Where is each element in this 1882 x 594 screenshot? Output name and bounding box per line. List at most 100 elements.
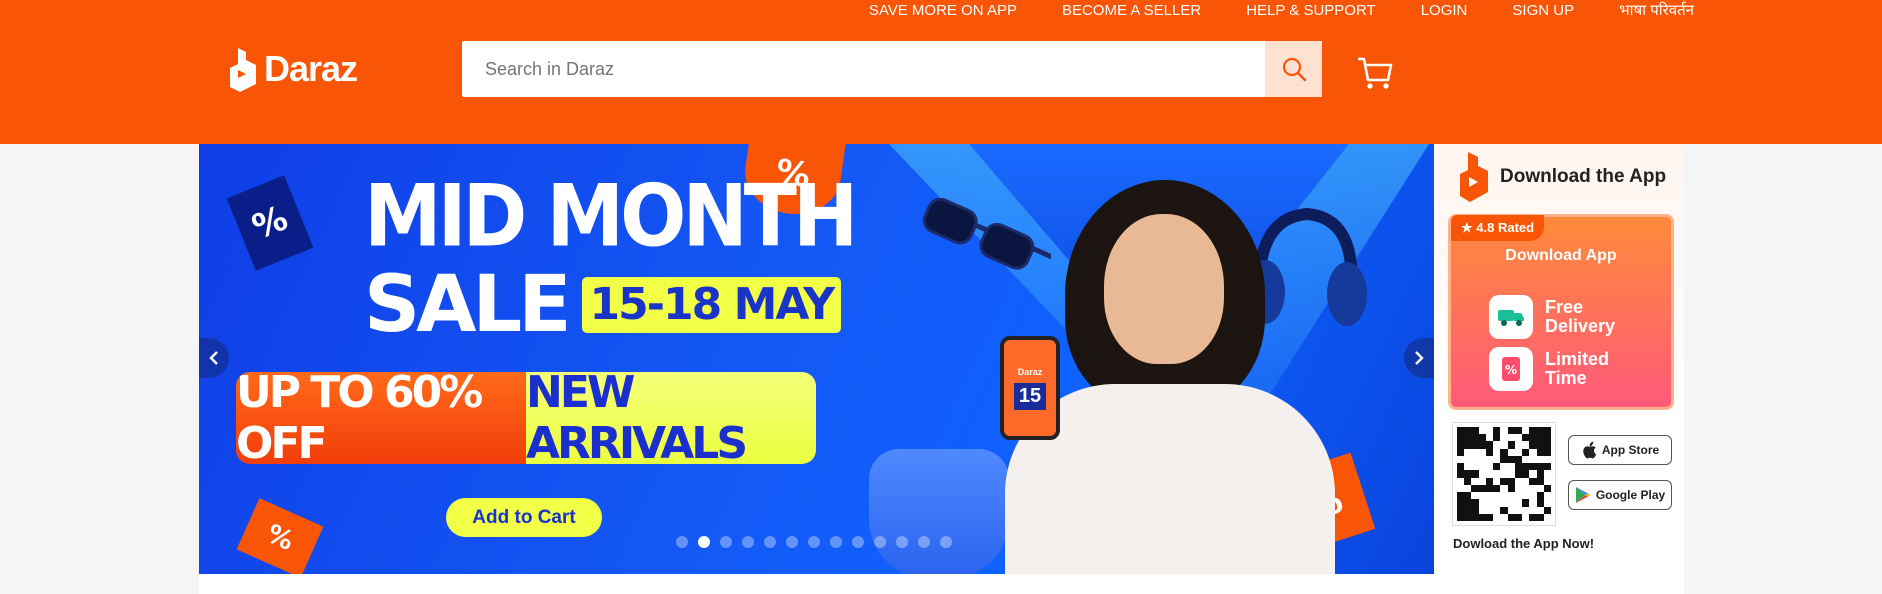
qr-module	[1485, 513, 1494, 521]
qr-module	[1543, 427, 1551, 435]
qr-module	[1464, 484, 1472, 493]
qr-module	[1529, 434, 1537, 442]
qr-module	[1522, 434, 1530, 442]
search-input[interactable]	[462, 41, 1265, 97]
qr-module	[1507, 513, 1515, 521]
slide-dot[interactable]	[786, 536, 798, 548]
qr-module	[1485, 492, 1494, 500]
qr-module	[1485, 441, 1494, 449]
qr-module	[1522, 499, 1530, 507]
qr-module	[1522, 455, 1530, 464]
qr-module	[1478, 463, 1486, 471]
slide-dot[interactable]	[852, 536, 864, 548]
qr-module	[1507, 448, 1515, 456]
qr-module	[1464, 499, 1472, 507]
sale-date-badge: 15-18 MAY	[581, 277, 842, 333]
phone-number: 15	[1013, 382, 1047, 410]
slide-dot[interactable]	[830, 536, 842, 548]
qr-module	[1500, 441, 1508, 449]
slide-dot[interactable]	[676, 536, 688, 548]
headline-line2: SALE	[364, 260, 572, 350]
cart-button[interactable]	[1356, 56, 1394, 95]
link-become-a-seller[interactable]: BECOME A SELLER	[1062, 2, 1201, 20]
slide-dot[interactable]	[742, 536, 754, 548]
qr-module	[1500, 434, 1508, 442]
qr-module	[1507, 455, 1515, 464]
qr-module	[1507, 499, 1515, 507]
qr-module	[1514, 455, 1523, 464]
app-download-header: Download the App	[1458, 152, 1666, 202]
qr-module	[1485, 484, 1494, 493]
prev-slide-button[interactable]	[199, 338, 229, 378]
slide-dot[interactable]	[698, 536, 710, 548]
qr-module	[1536, 492, 1544, 500]
app-store-button[interactable]: App Store	[1568, 435, 1672, 465]
next-slide-button[interactable]	[1404, 338, 1434, 378]
feature-label: Limited Time	[1545, 349, 1610, 388]
daraz-logo[interactable]: Daraz	[228, 46, 358, 92]
qr-module	[1543, 448, 1551, 456]
qr-module	[1529, 441, 1537, 449]
qr-module	[1543, 470, 1551, 478]
qr-module	[1543, 484, 1551, 493]
search-button[interactable]	[1265, 41, 1322, 97]
qr-module	[1514, 513, 1523, 521]
qr-module	[1536, 427, 1544, 435]
qr-module	[1500, 484, 1508, 493]
qr-module	[1478, 441, 1486, 449]
handbag-image	[869, 449, 1009, 574]
content-below-banner	[199, 574, 1684, 594]
qr-module	[1485, 434, 1494, 442]
qr-module	[1471, 513, 1479, 521]
site-header: SAVE MORE ON APP BECOME A SELLER HELP & …	[0, 0, 1882, 144]
slide-dot[interactable]	[896, 536, 908, 548]
slide-dot[interactable]	[918, 536, 930, 548]
qr-module	[1536, 441, 1544, 449]
qr-module	[1514, 448, 1523, 456]
add-to-cart-button[interactable]: Add to Cart	[446, 498, 602, 537]
phone-brand: Daraz	[1017, 366, 1043, 377]
feature-label: Free Delivery	[1545, 297, 1616, 336]
qr-module	[1522, 484, 1530, 493]
qr-module	[1536, 499, 1544, 507]
slide-indicators	[676, 536, 952, 548]
star-icon: ★	[1461, 220, 1473, 235]
qr-module	[1529, 448, 1537, 456]
download-app-card[interactable]: ★ 4.8 Rated Download App Free Delivery %…	[1448, 214, 1674, 410]
qr-module	[1457, 434, 1465, 442]
link-save-more-on-app[interactable]: SAVE MORE ON APP	[869, 2, 1017, 20]
qr-module	[1522, 506, 1530, 514]
qr-module	[1500, 477, 1508, 485]
hero-banner[interactable]: % % % % MID MONTH SALE 15-18 MAY UP TO 6…	[199, 144, 1434, 574]
link-sign-up[interactable]: SIGN UP	[1512, 2, 1574, 20]
slide-dot[interactable]	[764, 536, 776, 548]
slide-dot[interactable]	[874, 536, 886, 548]
link-change-language[interactable]: भाषा परिवर्तन	[1619, 2, 1694, 20]
qr-module	[1536, 448, 1544, 456]
qr-module	[1536, 506, 1544, 514]
feature-free-delivery: Free Delivery	[1489, 295, 1625, 339]
qr-module	[1471, 441, 1479, 449]
slide-dot[interactable]	[808, 536, 820, 548]
link-help-support[interactable]: HELP & SUPPORT	[1246, 2, 1376, 20]
qr-module	[1536, 477, 1544, 485]
qr-module	[1471, 484, 1479, 493]
qr-module	[1514, 492, 1523, 500]
slide-dot[interactable]	[940, 536, 952, 548]
qr-module	[1471, 477, 1479, 485]
qr-module	[1529, 427, 1537, 435]
slide-dot[interactable]	[720, 536, 732, 548]
daraz-logo-icon	[230, 48, 256, 92]
chevron-left-icon	[209, 351, 218, 365]
qr-module	[1457, 427, 1465, 435]
qr-module	[1529, 477, 1537, 485]
percent-tag-icon: %	[226, 175, 314, 271]
google-play-button[interactable]: Google Play	[1568, 480, 1672, 510]
qr-module	[1522, 441, 1530, 449]
qr-module	[1471, 455, 1479, 464]
daraz-app-icon	[1460, 152, 1488, 202]
qr-module	[1507, 477, 1515, 485]
qr-module	[1485, 427, 1494, 435]
link-login[interactable]: LOGIN	[1421, 2, 1468, 20]
qr-module	[1536, 463, 1544, 471]
